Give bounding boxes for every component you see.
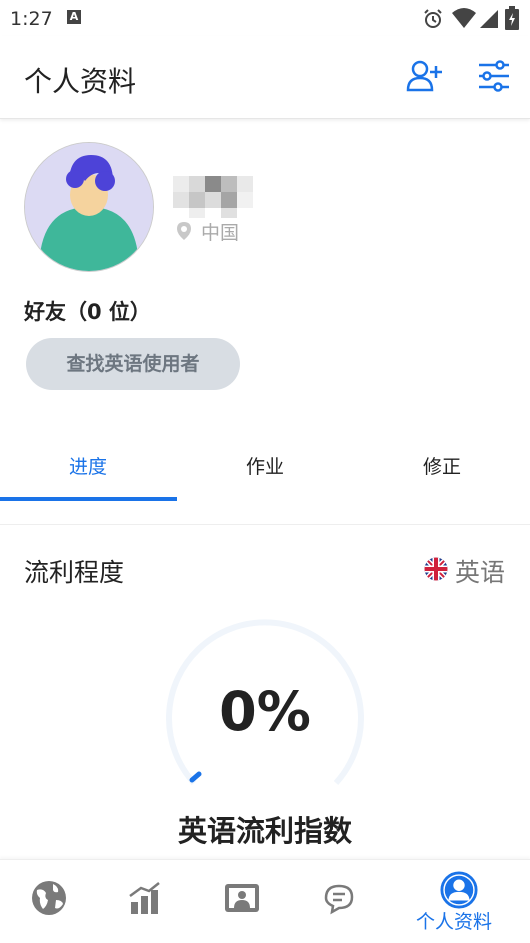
stats-icon[interactable] <box>125 878 165 918</box>
app-header: 个人资料 <box>0 36 530 119</box>
chat-icon[interactable] <box>320 878 360 918</box>
fluency-index-label: 英语流利指数 <box>177 814 352 848</box>
alarm-icon <box>424 9 442 28</box>
avatar-illustration <box>25 143 153 271</box>
tab-corrections[interactable]: 修正 <box>354 452 530 479</box>
fluency-label: 流利程度 <box>24 558 125 587</box>
tab-divider <box>0 524 530 525</box>
active-tab-indicator <box>0 497 177 501</box>
signal-icon <box>480 10 498 28</box>
status-time: 1:27 <box>10 8 53 30</box>
username-blurred <box>173 176 253 218</box>
language-label[interactable]: 英语 <box>455 553 505 589</box>
profile-icon[interactable] <box>440 871 478 909</box>
tab-homework[interactable]: 作业 <box>177 452 353 479</box>
nav-profile-label[interactable]: 个人资料 <box>416 907 492 934</box>
uk-flag-icon <box>424 557 448 581</box>
fluency-percent: 0% <box>219 680 311 743</box>
avatar[interactable] <box>24 142 154 272</box>
status-bar: 1:27 A <box>0 0 530 36</box>
tab-progress[interactable]: 进度 <box>0 452 176 479</box>
find-speakers-button[interactable]: 查找英语使用者 <box>26 338 240 390</box>
wifi-icon <box>452 8 476 28</box>
location-icon <box>177 222 191 240</box>
notification-icon: A <box>67 10 81 24</box>
globe-icon[interactable] <box>29 878 69 918</box>
bottom-nav: 个人资料 <box>0 859 530 943</box>
add-friend-icon[interactable] <box>405 56 445 96</box>
friends-count: 好友（0 位） <box>24 300 151 324</box>
filter-settings-icon[interactable] <box>474 56 514 96</box>
battery-icon <box>505 6 519 30</box>
location-text: 中国 <box>201 222 240 244</box>
profile-card-icon[interactable] <box>222 878 262 918</box>
page-title: 个人资料 <box>24 65 137 98</box>
